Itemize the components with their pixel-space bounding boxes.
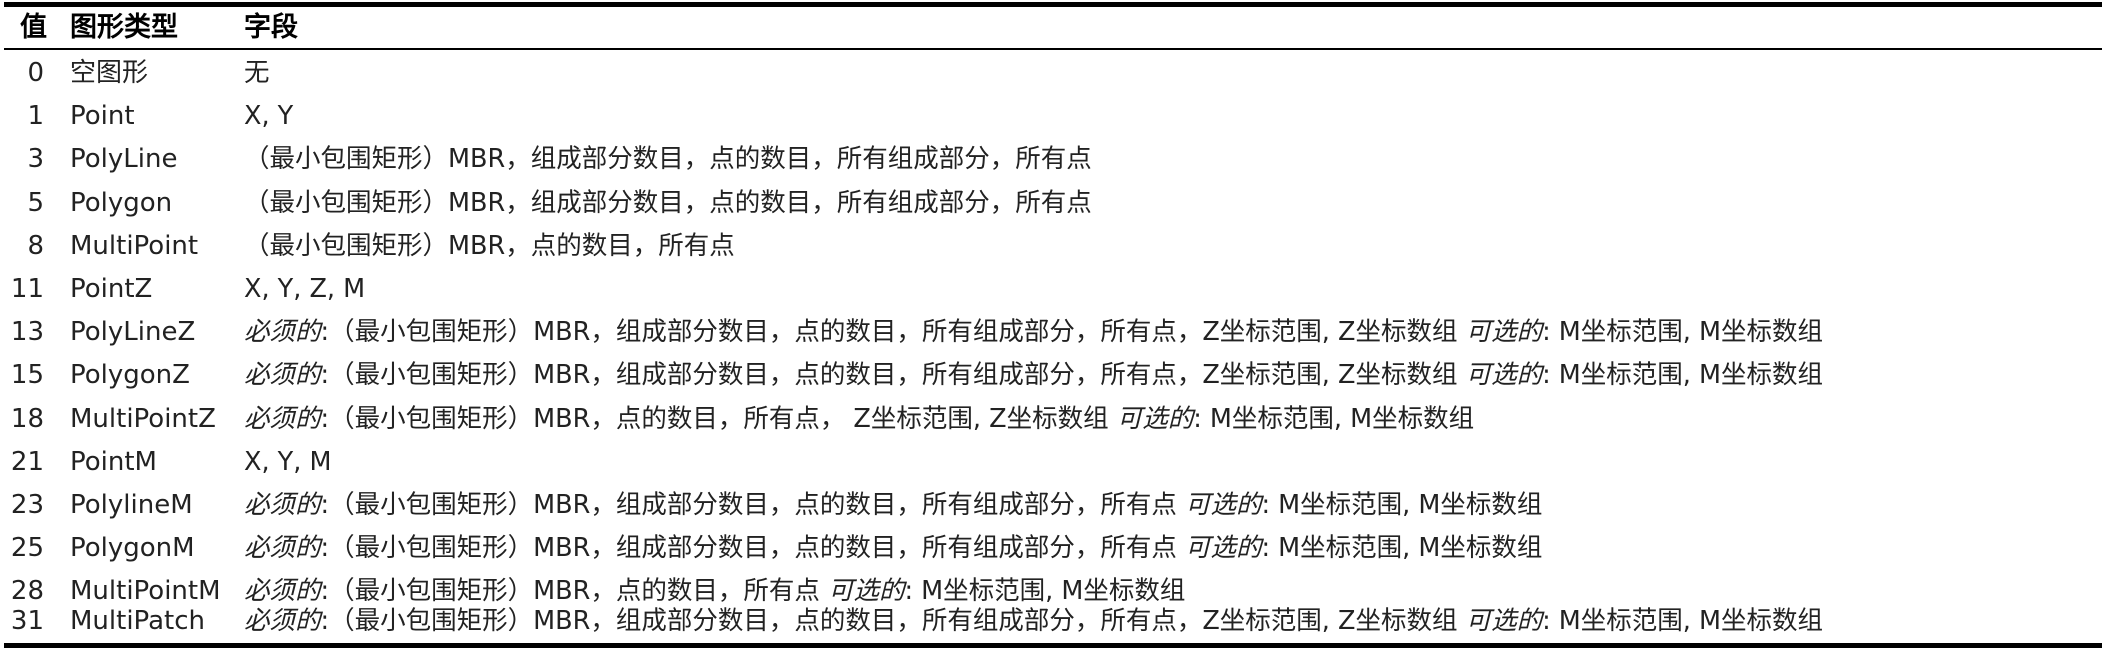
required-label: 必须的 [244,403,321,434]
optional-fields: : M坐标范围, M坐标数组 [1261,533,1543,564]
required-fields: （最小包围矩形）MBR，点的数目，所有点 [244,230,735,261]
optional-label: 可选的 [1465,317,1543,348]
cell-fields: X, Y, M [244,441,331,484]
cell-fields: （最小包围矩形）MBR，组成部分数目，点的数目，所有组成部分，所有点 [244,182,1092,225]
table-row: 13 PolyLineZ 必须的:（最小包围矩形）MBR，组成部分数目，点的数目… [0,311,2104,354]
optional-fields: : M坐标范围, M坐标数组 [1542,360,1824,391]
optional-label: 可选的 [1465,605,1543,636]
table-row: 3 PolyLine （最小包围矩形）MBR，组成部分数目，点的数目，所有组成部… [0,138,2104,181]
cell-value: 13 [10,317,44,348]
required-fields: :（最小包围矩形）MBR，组成部分数目，点的数目，所有组成部分，所有点 [320,533,1185,564]
header-value: 值 [20,12,47,43]
cell-shape-type: PointM [70,446,157,477]
cell-value: 23 [10,490,44,520]
cell-shape-type: 空图形 [70,58,149,88]
cell-fields: X, Y [244,95,293,138]
cell-fields: X, Y, Z, M [244,268,365,311]
required-fields: :（最小包围矩形）MBR，组成部分数目，点的数目，所有组成部分，所有点，Z坐标范… [320,317,1466,348]
cell-value: 0 [27,58,44,88]
table-bottom-rule [4,643,2102,648]
required-fields: :（最小包围矩形）MBR，组成部分数目，点的数目，所有组成部分，所有点，Z坐标范… [320,360,1466,391]
table-row: 1 Point X, Y [0,95,2104,138]
optional-fields: : M坐标范围, M坐标数组 [1193,403,1475,434]
optional-label: 可选的 [1184,533,1262,564]
cell-fields: 必须的:（最小包围矩形）MBR，组成部分数目，点的数目，所有组成部分，所有点，Z… [244,311,1823,354]
cell-shape-type: PolygonM [70,533,195,564]
cell-value: 21 [10,446,44,477]
optional-fields: : M坐标范围, M坐标数组 [1542,605,1824,636]
cell-shape-type: PolygonZ [70,360,190,391]
required-label: 必须的 [244,533,321,564]
required-label: 必须的 [244,317,321,348]
table-row: 21 PointM X, Y, M [0,441,2104,484]
table-row: 5 Polygon （最小包围矩形）MBR，组成部分数目，点的数目，所有组成部分… [0,182,2104,225]
table-row: 31 MultiPatch 必须的:（最小包围矩形）MBR，组成部分数目，点的数… [0,600,2104,643]
cell-fields: 必须的:（最小包围矩形）MBR，组成部分数目，点的数目，所有组成部分，所有点 可… [244,484,1542,527]
required-fields: X, Y, Z, M [244,274,366,304]
table-row: 23 PolylineM 必须的:（最小包围矩形）MBR，组成部分数目，点的数目… [0,484,2104,527]
cell-fields: （最小包围矩形）MBR，点的数目，所有点 [244,225,735,268]
header-shape-type: 图形类型 [70,12,178,43]
cell-shape-type: Point [70,101,135,132]
table-top-rule [4,2,2102,7]
required-fields: （最小包围矩形）MBR，组成部分数目，点的数目，所有组成部分，所有点 [244,144,1092,175]
table-row: 15 PolygonZ 必须的:（最小包围矩形）MBR，组成部分数目，点的数目，… [0,354,2104,397]
cell-value: 31 [10,605,44,636]
cell-fields: 必须的:（最小包围矩形）MBR，组成部分数目，点的数目，所有组成部分，所有点，Z… [244,600,1823,643]
cell-fields: 必须的:（最小包围矩形）MBR，组成部分数目，点的数目，所有组成部分，所有点 可… [244,527,1542,570]
required-fields: :（最小包围矩形）MBR，点的数目，所有点， Z坐标范围, Z坐标数组 [320,403,1117,434]
required-fields: 无 [244,58,270,88]
header-fields: 字段 [244,12,298,43]
cell-shape-type: PolylineM [70,490,193,520]
cell-fields: 必须的:（最小包围矩形）MBR，组成部分数目，点的数目，所有组成部分，所有点，Z… [244,354,1823,397]
table-row: 11 PointZ X, Y, Z, M [0,268,2104,311]
optional-label: 可选的 [1184,490,1262,520]
cell-value: 18 [10,403,44,434]
required-fields: :（最小包围矩形）MBR，组成部分数目，点的数目，所有组成部分，所有点，Z坐标范… [320,605,1466,636]
required-label: 必须的 [244,490,321,520]
cell-fields: 必须的:（最小包围矩形）MBR，点的数目，所有点， Z坐标范围, Z坐标数组 可… [244,398,1474,441]
optional-label: 可选的 [1116,403,1194,434]
optional-fields: : M坐标范围, M坐标数组 [1542,317,1824,348]
table-row: 18 MultiPointZ 必须的:（最小包围矩形）MBR，点的数目，所有点，… [0,398,2104,441]
cell-value: 3 [27,144,44,175]
cell-fields: 无 [244,52,270,95]
cell-shape-type: PointZ [70,274,153,304]
table-row: 25 PolygonM 必须的:（最小包围矩形）MBR，组成部分数目，点的数目，… [0,527,2104,570]
cell-value: 15 [10,360,44,391]
required-fields: X, Y [244,101,294,132]
cell-shape-type: PolyLineZ [70,317,196,348]
required-label: 必须的 [244,605,321,636]
required-fields: X, Y, M [244,446,332,477]
table-row: 8 MultiPoint （最小包围矩形）MBR，点的数目，所有点 [0,225,2104,268]
cell-value: 1 [27,101,44,132]
cell-value: 8 [27,230,44,261]
required-label: 必须的 [244,360,321,391]
cell-value: 25 [10,533,44,564]
cell-fields: （最小包围矩形）MBR，组成部分数目，点的数目，所有组成部分，所有点 [244,138,1092,181]
cell-value: 5 [27,187,44,218]
cell-shape-type: MultiPatch [70,605,205,636]
cell-shape-type: MultiPointZ [70,403,216,434]
optional-fields: : M坐标范围, M坐标数组 [1261,490,1543,520]
required-fields: （最小包围矩形）MBR，组成部分数目，点的数目，所有组成部分，所有点 [244,187,1092,218]
header-rule [4,48,2102,50]
cell-shape-type: MultiPoint [70,230,199,261]
table-row: 0 空图形 无 [0,52,2104,95]
cell-shape-type: PolyLine [70,144,178,175]
cell-shape-type: Polygon [70,187,173,218]
required-fields: :（最小包围矩形）MBR，组成部分数目，点的数目，所有组成部分，所有点 [320,490,1185,520]
cell-value: 11 [10,274,44,304]
optional-label: 可选的 [1465,360,1543,391]
